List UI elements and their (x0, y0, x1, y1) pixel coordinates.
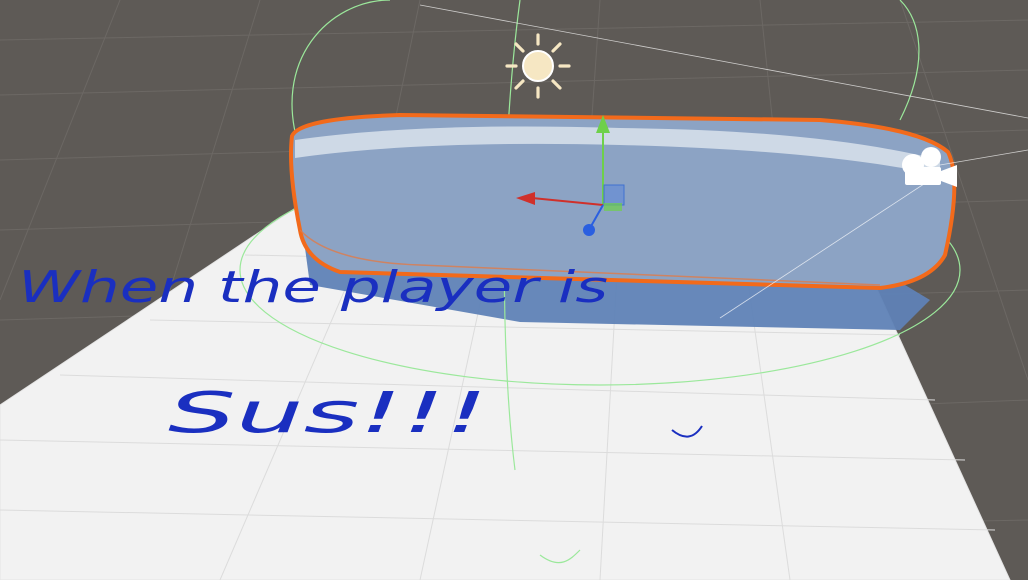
scene-view-canvas[interactable]: When the player is Sus!!! (0, 0, 1028, 580)
sun-icon[interactable] (505, 33, 571, 99)
scene-viewport[interactable]: When the player is Sus!!! (0, 0, 1028, 580)
annotation-line-2: Sus!!! (168, 381, 488, 446)
annotation-line-1: When the player is (18, 262, 608, 313)
z-axis-handle-icon (583, 224, 595, 236)
